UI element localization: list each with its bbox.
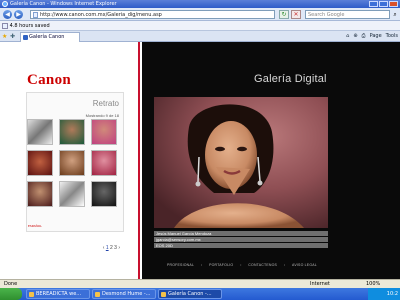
start-button[interactable]: [0, 288, 22, 300]
tab-label: Galería Canon: [29, 34, 65, 40]
nav-separator: •: [283, 263, 286, 267]
nav-separator: •: [200, 263, 203, 267]
stop-button[interactable]: ✕: [291, 10, 301, 19]
minimize-button[interactable]: [369, 1, 378, 7]
folder-icon: [29, 292, 34, 297]
address-url: http://www.canon.com.mx/Galeria_dig/menu…: [40, 12, 162, 18]
command-bar: ⌂ ⊕ ⎙ Page Tools: [346, 33, 398, 39]
add-favorites-icon[interactable]: ✚: [10, 33, 15, 40]
taskbar-item-label: Galería Canon -...: [168, 291, 212, 297]
tab-page-icon: [23, 35, 28, 40]
ie-icon: [161, 292, 166, 297]
window-titlebar: Galería Canon - Windows Internet Explore…: [0, 0, 400, 8]
caption-photographer: Jesús Manuel García Mendoza: [154, 231, 328, 236]
tab-galeria-canon[interactable]: Galería Canon: [20, 32, 80, 42]
featured-photo: [154, 97, 328, 228]
nav-profesional[interactable]: PROFESIONAL: [167, 263, 194, 267]
portrait-image: [154, 97, 328, 228]
thumbnail-2[interactable]: [59, 119, 85, 145]
refresh-button[interactable]: ↻: [279, 10, 289, 19]
google-toolbar-icon[interactable]: [2, 22, 8, 29]
thumbnail-9[interactable]: [91, 181, 117, 207]
thumbnail-6[interactable]: [91, 150, 117, 176]
taskbar: BEREADICTA we... Desmond Hume -... Galer…: [0, 288, 400, 300]
search-icon[interactable]: ⌕: [391, 10, 399, 19]
zoom-level[interactable]: 100%: [366, 280, 380, 288]
thumbnail-7[interactable]: [27, 181, 53, 207]
tab-bar: ★ ✚ Galería Canon ⌂ ⊕ ⎙ Page Tools: [0, 31, 400, 42]
window-title: Galería Canon - Windows Internet Explore…: [10, 1, 117, 7]
taskbar-item-label: BEREADICTA we...: [36, 291, 82, 297]
thumbnail-grid: [27, 119, 125, 207]
page-menu[interactable]: Page: [370, 33, 382, 39]
bottom-nav: PROFESIONAL • PORTAFOLIO • CONTACTENOS •…: [167, 263, 317, 267]
home-icon[interactable]: ⌂: [346, 33, 349, 39]
window-buttons: [369, 1, 398, 7]
browser-icon: [95, 292, 100, 297]
canon-logo[interactable]: Canon: [27, 72, 71, 89]
album-title: Retrato: [92, 99, 119, 108]
taskbar-item-3[interactable]: Galería Canon -...: [158, 289, 222, 299]
nav-aviso-legal[interactable]: AVISO LEGAL: [292, 263, 317, 267]
nav-contactenos[interactable]: CONTACTENOS: [248, 263, 277, 267]
clock[interactable]: 10:2: [387, 291, 398, 297]
links-bar: 4.8 hours saved: [0, 21, 400, 31]
left-panel: Canon Retrato Mostrando 9 de 18 ‹ 1 2 3 …: [0, 42, 140, 279]
address-field[interactable]: http://www.canon.com.mx/Galeria_dig/menu…: [30, 10, 299, 19]
back-button[interactable]: ◀: [3, 10, 12, 19]
thumbnail-1[interactable]: [27, 119, 53, 145]
pager-next[interactable]: ›: [118, 245, 120, 251]
favorites-star-icon[interactable]: ★: [2, 33, 7, 40]
forward-button[interactable]: ▶: [14, 10, 23, 19]
pager-page-1[interactable]: 1: [106, 245, 109, 251]
search-input[interactable]: Search Google: [305, 10, 390, 19]
system-tray: 10:2: [368, 288, 400, 300]
pager-page-3[interactable]: 3: [114, 245, 117, 251]
taskbar-item-label: Desmond Hume -...: [102, 291, 151, 297]
feeds-icon[interactable]: ⊕: [353, 33, 357, 39]
nav-portafolio[interactable]: PORTAFOLIO: [209, 263, 233, 267]
pager-prev[interactable]: ‹: [103, 245, 105, 251]
caption-email[interactable]: jgarcia@sensory.com.mx: [154, 237, 328, 242]
links-bar-text: 4.8 hours saved: [9, 23, 50, 29]
tools-menu[interactable]: Tools: [386, 33, 398, 39]
language-link[interactable]: ESPAÑOL: [28, 224, 42, 228]
right-panel: Galería Digital Jesús Manuel García Mend…: [142, 42, 400, 279]
pager-page-2[interactable]: 2: [110, 245, 113, 251]
thumbnail-8[interactable]: [59, 181, 85, 207]
thumbnail-4[interactable]: [27, 150, 53, 176]
security-zone: Internet: [310, 281, 330, 287]
maximize-button[interactable]: [379, 1, 388, 7]
ie-icon: [2, 1, 8, 7]
album-subtitle: Mostrando 9 de 18: [85, 113, 119, 118]
taskbar-item-1[interactable]: BEREADICTA we...: [26, 289, 90, 299]
nav-separator: •: [240, 263, 242, 267]
print-icon[interactable]: ⎙: [362, 33, 366, 39]
album-panel: Retrato Mostrando 9 de 18 ‹ 1 2 3 ›: [26, 92, 125, 251]
page-content: Canon Retrato Mostrando 9 de 18 ‹ 1 2 3 …: [0, 42, 400, 279]
taskbar-item-2[interactable]: Desmond Hume -...: [92, 289, 156, 299]
thumbnail-5[interactable]: [59, 150, 85, 176]
page-icon: [33, 12, 38, 18]
gallery-title: Galería Digital: [254, 73, 327, 85]
pager: ‹ 1 2 3 ›: [103, 245, 120, 251]
thumbnail-3[interactable]: [91, 119, 117, 145]
caption-camera: EOS 20D: [154, 243, 328, 248]
close-button[interactable]: [389, 1, 398, 7]
address-toolbar: ◀ ▶ http://www.canon.com.mx/Galeria_dig/…: [0, 8, 400, 21]
status-bar: Done Internet 100%: [0, 279, 400, 288]
status-text: Done: [4, 281, 18, 287]
